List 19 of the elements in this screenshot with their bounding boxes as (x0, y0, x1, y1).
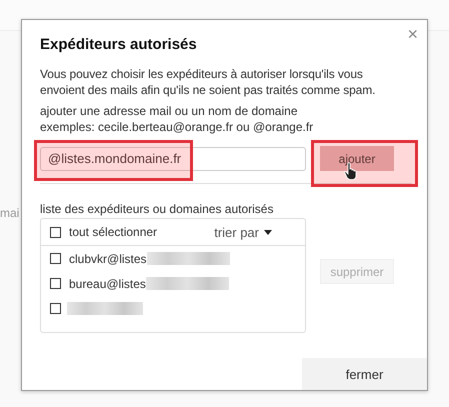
email-input[interactable]: @listes.mondomaine.fr (40, 146, 306, 170)
background-text: mai (0, 206, 20, 220)
list-label: liste des expéditeurs ou domaines autorisés (40, 202, 274, 216)
add-button[interactable]: ajouter (320, 146, 394, 171)
checkbox[interactable] (50, 226, 61, 238)
select-all-label: tout sélectionner (69, 225, 158, 239)
close-dialog-button[interactable]: fermer (302, 358, 427, 390)
email-address: bureau@listes (69, 276, 146, 290)
hint-text: ajouter une adresse mail ou un nom de domaine (40, 103, 298, 119)
dialog-title: Expéditeurs autorisés (40, 36, 198, 53)
checkbox[interactable] (50, 303, 61, 314)
dropdown-caret-icon (264, 230, 272, 234)
checkbox[interactable] (50, 253, 61, 264)
examples-text: exemples: cecile.berteau@orange.fr ou @orange.fr (40, 119, 314, 135)
email-address: clubvkr@listes (69, 252, 147, 266)
description-text: Vous pouvez choisir les expéditeurs à autoriser lorsqu'ils vous envoient des mails afin qu'ils ne soient pas traités comme spam. (40, 66, 376, 98)
sort-button[interactable]: trier par (214, 224, 259, 240)
close-button[interactable]: × (407, 24, 418, 45)
checkbox[interactable] (50, 278, 61, 289)
